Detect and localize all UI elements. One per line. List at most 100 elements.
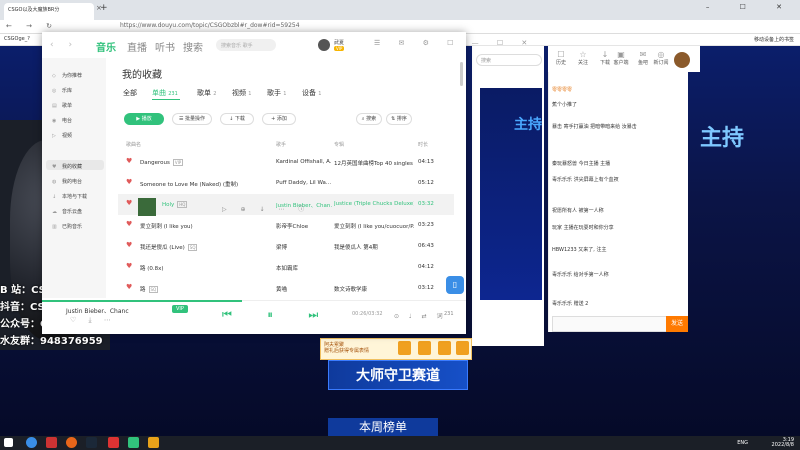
browser-tab[interactable]: CSGO以及大魔族BR分 bbox=[4, 3, 94, 20]
subtab-videos[interactable]: 视频 1 bbox=[232, 88, 251, 98]
sidebar-item-favorites[interactable]: ♥ 我的收藏 bbox=[52, 163, 82, 170]
app-icon[interactable] bbox=[46, 437, 57, 448]
song-artist[interactable]: 本如霸库 bbox=[276, 264, 332, 272]
chat-message: HBW1233 又来了, 注主 bbox=[552, 247, 607, 253]
browser-icon[interactable] bbox=[66, 437, 77, 448]
song-artist[interactable]: Kardinal Offishall, A... bbox=[276, 159, 332, 165]
mobile-bookmarks[interactable]: 移动设备上的书签 bbox=[754, 36, 794, 43]
music-window-icons[interactable]: ☰ ✉ ⚙ ☐ — ☐ ✕ bbox=[374, 39, 535, 47]
user-avatar[interactable] bbox=[674, 52, 690, 68]
browser-window-controls[interactable]: – ☐ ✕ bbox=[706, 3, 796, 11]
language-indicator[interactable]: ENG bbox=[737, 440, 748, 446]
header-album: 专辑 bbox=[334, 142, 345, 148]
back-forward-icons[interactable]: ‹ › bbox=[50, 40, 78, 50]
tab-music[interactable]: 音乐 bbox=[96, 39, 116, 54]
song-row[interactable]: ♥ Someone to Love Me (Naked) (重制) Puff D… bbox=[118, 173, 454, 194]
sidebar-item-playlists[interactable]: ▤ 歌单 bbox=[52, 102, 72, 109]
tab-audiobook[interactable]: 听书 bbox=[155, 39, 175, 54]
song-album[interactable]: 12月英国单曲榜Top 40 singles bbox=[334, 159, 414, 167]
clock[interactable]: 3:19 2022/8/8 bbox=[772, 438, 794, 448]
subscribe-icon[interactable]: ◎ 新订阅 bbox=[652, 50, 670, 66]
player-right-icons[interactable]: ⊙ ♩ ⇄ 词 bbox=[394, 311, 447, 320]
qqmusic-icon[interactable] bbox=[128, 437, 139, 448]
play-all-button[interactable]: ▶ 播放 bbox=[124, 113, 164, 125]
sidebar-item-library[interactable]: ◎ 乐库 bbox=[52, 87, 72, 94]
app-icon[interactable] bbox=[108, 437, 119, 448]
sidebar-item-cloud[interactable]: ☁ 音乐云盘 bbox=[52, 208, 82, 215]
playlist-count[interactable]: 231 bbox=[444, 311, 454, 317]
song-title: 路 (0.8x) bbox=[140, 266, 164, 272]
mini-player-icon[interactable]: ▯ bbox=[446, 276, 464, 294]
subtab-playlists[interactable]: 歌单 2 bbox=[197, 88, 216, 98]
steam-icon[interactable] bbox=[86, 437, 97, 448]
follow-icon[interactable]: ☆ 关注 bbox=[574, 50, 592, 66]
now-playing-artist[interactable]: Justin Bieber、Chanc bbox=[66, 306, 129, 315]
gift-icon[interactable] bbox=[418, 341, 431, 355]
music-user-name[interactable]: 武夏 bbox=[334, 39, 344, 46]
subtab-devices[interactable]: 设备 1 bbox=[302, 88, 321, 98]
cortana-icon[interactable] bbox=[26, 437, 37, 448]
tab-live[interactable]: 直播 bbox=[127, 39, 147, 54]
song-album[interactable]: 爱立刻刺 (I like you/cuocuor/P... bbox=[334, 222, 414, 230]
tab-search[interactable]: 搜索 bbox=[183, 39, 203, 54]
sidebar-item-local[interactable]: ↓ 本地与下载 bbox=[52, 193, 87, 200]
app-icon[interactable] bbox=[148, 437, 159, 448]
song-row[interactable]: ♥ 路 SQ 黄喵 数文诗歌学康 03:12 bbox=[118, 278, 454, 298]
song-artist[interactable]: Puff Daddy, Lil Wa... bbox=[276, 180, 332, 186]
client-icon[interactable]: ▣ 客户端 bbox=[612, 50, 630, 66]
sidebar-item-radio[interactable]: ◉ 电台 bbox=[52, 117, 72, 124]
bookmark-item[interactable]: CSGOge_? bbox=[4, 36, 30, 42]
send-button[interactable]: 发送 bbox=[666, 316, 688, 332]
progress-bar[interactable] bbox=[42, 300, 242, 302]
windows-start-icon[interactable] bbox=[4, 438, 13, 447]
heart-icon[interactable]: ♥ bbox=[126, 241, 132, 249]
new-tab-button[interactable]: + bbox=[100, 3, 108, 13]
scrollbar[interactable] bbox=[460, 62, 463, 86]
sidebar-item-video[interactable]: ▷ 视频 bbox=[52, 132, 72, 139]
album-art[interactable] bbox=[138, 198, 156, 216]
subtab-singles[interactable]: 单曲 231 bbox=[152, 88, 178, 98]
heart-icon[interactable]: ♥ bbox=[126, 283, 132, 291]
song-album[interactable]: Justice (Triple Chucks Deluxe)... bbox=[334, 201, 414, 207]
header-artist: 歌手 bbox=[276, 142, 287, 148]
download-button[interactable]: ↓ 下载 bbox=[220, 113, 254, 125]
heart-icon[interactable]: ♥ bbox=[126, 178, 132, 186]
song-row[interactable]: ♥ 爱立刻刺 (I like you) 影帝李Chloe 爱立刻刺 (I lik… bbox=[118, 215, 454, 236]
playback-controls[interactable]: ⏮ ⏸ ⏭ bbox=[222, 308, 334, 322]
sidebar-item-recommend[interactable]: ◇ 为你推荐 bbox=[52, 72, 82, 79]
heart-icon[interactable]: ♥ bbox=[126, 199, 132, 207]
song-artist[interactable]: 黄喵 bbox=[276, 285, 332, 293]
song-artist[interactable]: 梁博 bbox=[276, 243, 332, 251]
history-icon[interactable]: ☐ 历史 bbox=[552, 50, 570, 66]
fishbar-icon[interactable]: ✉ 鱼吧 bbox=[634, 50, 652, 66]
subtab-all[interactable]: 全部 bbox=[123, 88, 137, 98]
side-search-input[interactable]: 搜索 bbox=[476, 54, 542, 66]
subtab-artists[interactable]: 歌手 1 bbox=[267, 88, 286, 98]
gift-icon[interactable] bbox=[456, 341, 469, 355]
sort-button[interactable]: ⇅ 排序 bbox=[386, 113, 412, 125]
song-album[interactable]: 数文诗歌学康 bbox=[334, 285, 414, 293]
music-user-avatar[interactable] bbox=[318, 39, 330, 51]
add-button[interactable]: + 添加 bbox=[262, 113, 296, 125]
browser-nav-icons[interactable]: ← → ↻ bbox=[6, 22, 58, 30]
url-input[interactable]: https://www.douyu.com/topic/CSGObzbl#r_d… bbox=[120, 22, 300, 29]
player-fav-icons[interactable]: ♡ ⤓ ⋯ bbox=[70, 316, 116, 325]
heart-icon[interactable]: ♥ bbox=[126, 157, 132, 165]
song-artist[interactable]: 影帝李Chloe bbox=[276, 222, 332, 230]
sidebar-item-purchased[interactable]: ▥ 已购音乐 bbox=[52, 223, 82, 230]
row-action-icons[interactable]: ▷ ⊕ ↓ ⋯ ⓘ bbox=[222, 204, 310, 213]
batch-button[interactable]: ☰ 批量操作 bbox=[172, 113, 212, 125]
song-album[interactable]: 我是傻瓜人 第4期 bbox=[334, 243, 414, 251]
song-row[interactable]: ♥ 我还是傻瓜 (Live) SQ 梁博 我是傻瓜人 第4期 06:43 bbox=[118, 236, 454, 257]
list-search-button[interactable]: ⌕ 搜索 bbox=[356, 113, 382, 125]
song-row[interactable]: ♥ 路 (0.8x) 本如霸库 04:12 bbox=[118, 257, 454, 278]
player-vip-badge[interactable]: VIP bbox=[172, 305, 188, 313]
gift-icon[interactable] bbox=[438, 341, 451, 355]
heart-icon[interactable]: ♥ bbox=[126, 220, 132, 228]
heart-icon[interactable]: ♥ bbox=[126, 262, 132, 270]
song-row[interactable]: ♥ Dangerous VIP Kardinal Offishall, A... … bbox=[118, 152, 454, 173]
gift-icon[interactable] bbox=[398, 341, 411, 355]
sidebar-item-my-radio[interactable]: ◍ 我的电台 bbox=[52, 178, 82, 185]
song-duration: 03:23 bbox=[418, 222, 434, 228]
music-search-input[interactable]: 搜索音乐 歌手 bbox=[216, 39, 276, 51]
